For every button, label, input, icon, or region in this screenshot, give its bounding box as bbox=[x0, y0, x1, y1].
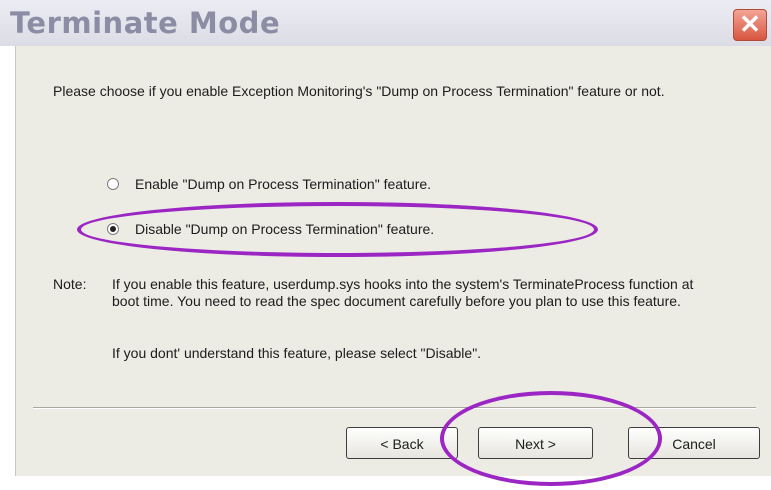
cancel-button[interactable]: Cancel bbox=[628, 427, 760, 459]
button-separator bbox=[33, 407, 756, 409]
close-button[interactable]: ✕ bbox=[733, 9, 767, 41]
note-disable-hint: If you dont' understand this feature, pl… bbox=[112, 345, 482, 361]
dialog-body bbox=[15, 46, 771, 476]
note-label: Note: bbox=[53, 276, 87, 292]
dialog-title: Terminate Mode bbox=[10, 6, 281, 40]
terminate-mode-dialog: Terminate Mode ✕ Please choose if you en… bbox=[0, 0, 771, 490]
back-button[interactable]: < Back bbox=[346, 427, 458, 459]
enable-option[interactable]: Enable "Dump on Process Termination" fea… bbox=[107, 176, 431, 192]
enable-radio[interactable] bbox=[107, 178, 119, 190]
close-icon: ✕ bbox=[739, 9, 761, 39]
intro-text: Please choose if you enable Exception Mo… bbox=[53, 83, 665, 99]
next-button[interactable]: Next > bbox=[478, 427, 593, 459]
title-bar: Terminate Mode ✕ bbox=[0, 0, 771, 46]
disable-option-label: Disable "Dump on Process Termination" fe… bbox=[135, 221, 435, 237]
enable-option-label: Enable "Dump on Process Termination" fea… bbox=[135, 176, 432, 192]
disable-option[interactable]: Disable "Dump on Process Termination" fe… bbox=[107, 221, 434, 237]
note-text: If you enable this feature, userdump.sys… bbox=[112, 276, 694, 309]
disable-radio[interactable] bbox=[107, 223, 119, 235]
